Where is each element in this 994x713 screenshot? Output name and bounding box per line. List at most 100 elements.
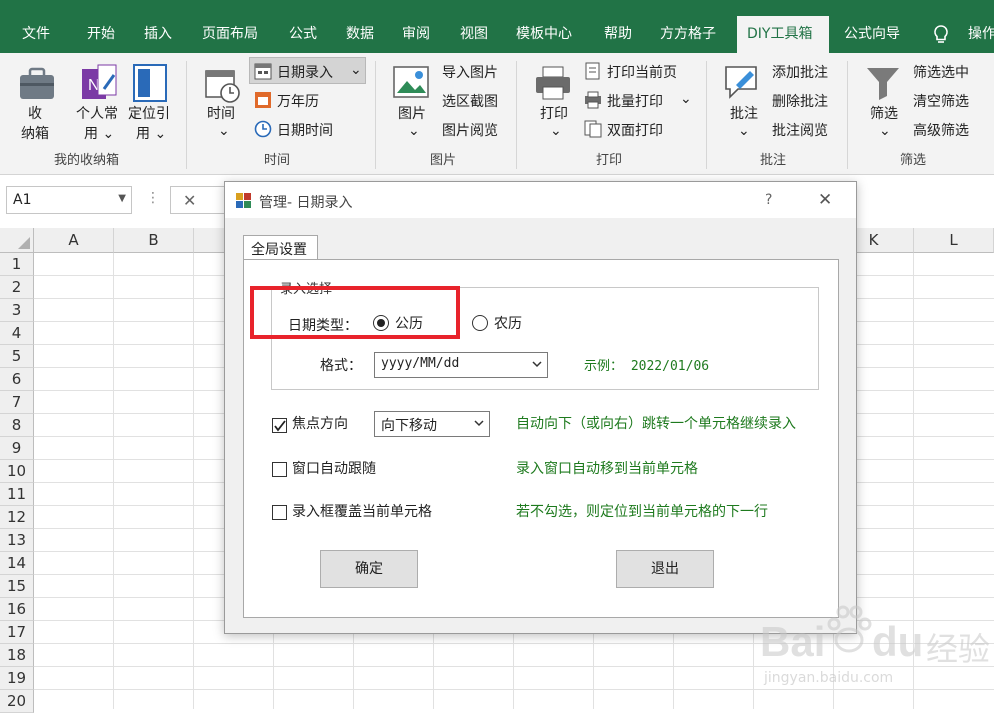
batch-print-button[interactable]: 批量打印 — [607, 91, 663, 111]
picture-dropdown-caret[interactable]: ⌄ — [408, 123, 420, 139]
time-dropdown-caret[interactable]: ⌄ — [218, 123, 230, 139]
exit-button[interactable]: 退出 — [616, 550, 714, 588]
tab-formulas[interactable]: 公式 — [279, 16, 327, 53]
personal-common-label-2[interactable]: 用 ⌄ — [84, 123, 114, 143]
personal-common-label-1[interactable]: 个人常 — [76, 103, 118, 123]
tab-home[interactable]: 开始 — [77, 16, 125, 53]
watermark-url: jingyan.baidu.com — [764, 670, 894, 686]
watermark-brand-en: Bai — [760, 618, 826, 665]
row-header[interactable]: 19 — [0, 667, 34, 690]
group-label-filter: 筛选 — [900, 153, 927, 168]
picture-browse-button[interactable]: 图片阅览 — [442, 120, 498, 140]
row-header[interactable]: 18 — [0, 644, 34, 667]
row-header[interactable]: 7 — [0, 391, 34, 414]
tab-template-center[interactable]: 模板中心 — [506, 16, 582, 53]
cover-cell-label[interactable]: 录入框覆盖当前单元格 — [292, 501, 432, 521]
duplex-print-button[interactable]: 双面打印 — [607, 120, 663, 140]
focus-direction-checkbox[interactable] — [272, 418, 287, 433]
tab-view[interactable]: 视图 — [450, 16, 498, 53]
row-header[interactable]: 2 — [0, 276, 34, 299]
tab-help[interactable]: 帮助 — [594, 16, 642, 53]
add-comment-button[interactable]: 添加批注 — [772, 62, 828, 82]
perpetual-calendar-icon — [255, 92, 271, 108]
format-select-value: yyyy/MM/dd — [381, 356, 460, 371]
row-header[interactable]: 14 — [0, 552, 34, 575]
dialog-title-bar: 管理- 日期录入 ? ✕ — [225, 182, 856, 218]
comment-browse-button[interactable]: 批注阅览 — [772, 120, 828, 140]
row-header[interactable]: 12 — [0, 506, 34, 529]
filter-selected-button[interactable]: 筛选选中 — [913, 62, 969, 82]
group-label-time: 时间 — [264, 153, 291, 168]
batch-print-caret[interactable]: ⌄ — [680, 91, 692, 107]
row-header[interactable]: 16 — [0, 598, 34, 621]
perpetual-calendar-label[interactable]: 万年历 — [277, 91, 319, 111]
tab-global-settings[interactable]: 全局设置 — [243, 235, 318, 260]
window-follow-label[interactable]: 窗口自动跟随 — [292, 458, 376, 478]
row-header[interactable]: 11 — [0, 483, 34, 506]
row-header[interactable]: 3 — [0, 299, 34, 322]
locate-reference-label-2[interactable]: 用 ⌄ — [136, 123, 166, 143]
date-entry-caret[interactable]: ⌄ — [350, 62, 362, 78]
close-button[interactable]: ✕ — [818, 190, 832, 210]
cover-cell-checkbox[interactable] — [272, 505, 287, 520]
lunar-radio[interactable] — [472, 315, 488, 331]
row-header[interactable]: 15 — [0, 575, 34, 598]
chevron-down-icon — [532, 361, 542, 368]
row-header[interactable]: 10 — [0, 460, 34, 483]
row-header[interactable]: 6 — [0, 368, 34, 391]
print-current-page-button[interactable]: 打印当前页 — [607, 62, 677, 82]
window-follow-checkbox[interactable] — [272, 462, 287, 477]
lunar-label[interactable]: 农历 — [494, 313, 522, 333]
row-header[interactable]: 4 — [0, 322, 34, 345]
group-divider — [706, 61, 707, 169]
comment-button-label[interactable]: 批注 — [730, 103, 758, 123]
advanced-filter-button[interactable]: 高级筛选 — [913, 120, 969, 140]
picture-button-label[interactable]: 图片 — [398, 103, 426, 123]
delete-comment-button[interactable]: 删除批注 — [772, 91, 828, 111]
focus-direction-select[interactable]: 向下移动 — [374, 411, 490, 437]
tab-data[interactable]: 数据 — [336, 16, 384, 53]
print-dropdown-caret[interactable]: ⌄ — [550, 123, 562, 139]
locate-reference-label-1[interactable]: 定位引 — [128, 103, 170, 123]
checkmark-icon — [274, 420, 286, 432]
storage-box-label-1[interactable]: 收 — [28, 103, 42, 123]
tab-diy-toolbox[interactable]: DIY工具箱 — [737, 16, 829, 53]
filter-button-label[interactable]: 筛选 — [870, 103, 898, 123]
row-header[interactable]: 1 — [0, 253, 34, 276]
row-header[interactable]: 17 — [0, 621, 34, 644]
column-header-a[interactable]: A — [34, 228, 114, 253]
name-box-caret[interactable]: ▼ — [118, 193, 126, 204]
tab-tell-me[interactable]: 操作 — [958, 16, 994, 53]
row-header[interactable]: 13 — [0, 529, 34, 552]
help-button[interactable]: ? — [765, 192, 772, 208]
row-header[interactable]: 20 — [0, 690, 34, 713]
tab-formula-wizard[interactable]: 公式向导 — [834, 16, 910, 53]
row-header[interactable]: 9 — [0, 437, 34, 460]
row-header[interactable]: 8 — [0, 414, 34, 437]
time-button-label[interactable]: 时间 — [207, 103, 235, 123]
row-header[interactable]: 5 — [0, 345, 34, 368]
tab-insert[interactable]: 插入 — [134, 16, 182, 53]
filter-dropdown-caret[interactable]: ⌄ — [879, 123, 891, 139]
cancel-icon[interactable]: ✕ — [183, 191, 196, 210]
comment-dropdown-caret[interactable]: ⌄ — [738, 123, 750, 139]
formula-controls: ✕ — [170, 186, 230, 214]
format-select[interactable]: yyyy/MM/dd — [374, 352, 548, 378]
clear-filter-button[interactable]: 清空筛选 — [913, 91, 969, 111]
tab-file[interactable]: 文件 — [12, 16, 60, 53]
column-header-l[interactable]: L — [914, 228, 994, 253]
select-all-corner[interactable] — [0, 228, 34, 253]
name-box[interactable]: A1 ▼ — [6, 186, 132, 214]
column-header-b[interactable]: B — [114, 228, 194, 253]
area-screenshot-button[interactable]: 选区截图 — [442, 91, 498, 111]
print-button-label[interactable]: 打印 — [540, 103, 568, 123]
storage-box-label-2[interactable]: 纳箱 — [21, 123, 49, 143]
tab-page-layout[interactable]: 页面布局 — [192, 16, 268, 53]
date-time-label[interactable]: 日期时间 — [277, 120, 333, 140]
ok-button[interactable]: 确定 — [320, 550, 418, 588]
import-picture-button[interactable]: 导入图片 — [442, 62, 498, 82]
tab-fangfang[interactable]: 方方格子 — [650, 16, 726, 53]
tab-review[interactable]: 审阅 — [392, 16, 440, 53]
focus-direction-label[interactable]: 焦点方向 — [292, 413, 348, 433]
lightbulb-icon[interactable] — [932, 24, 950, 46]
